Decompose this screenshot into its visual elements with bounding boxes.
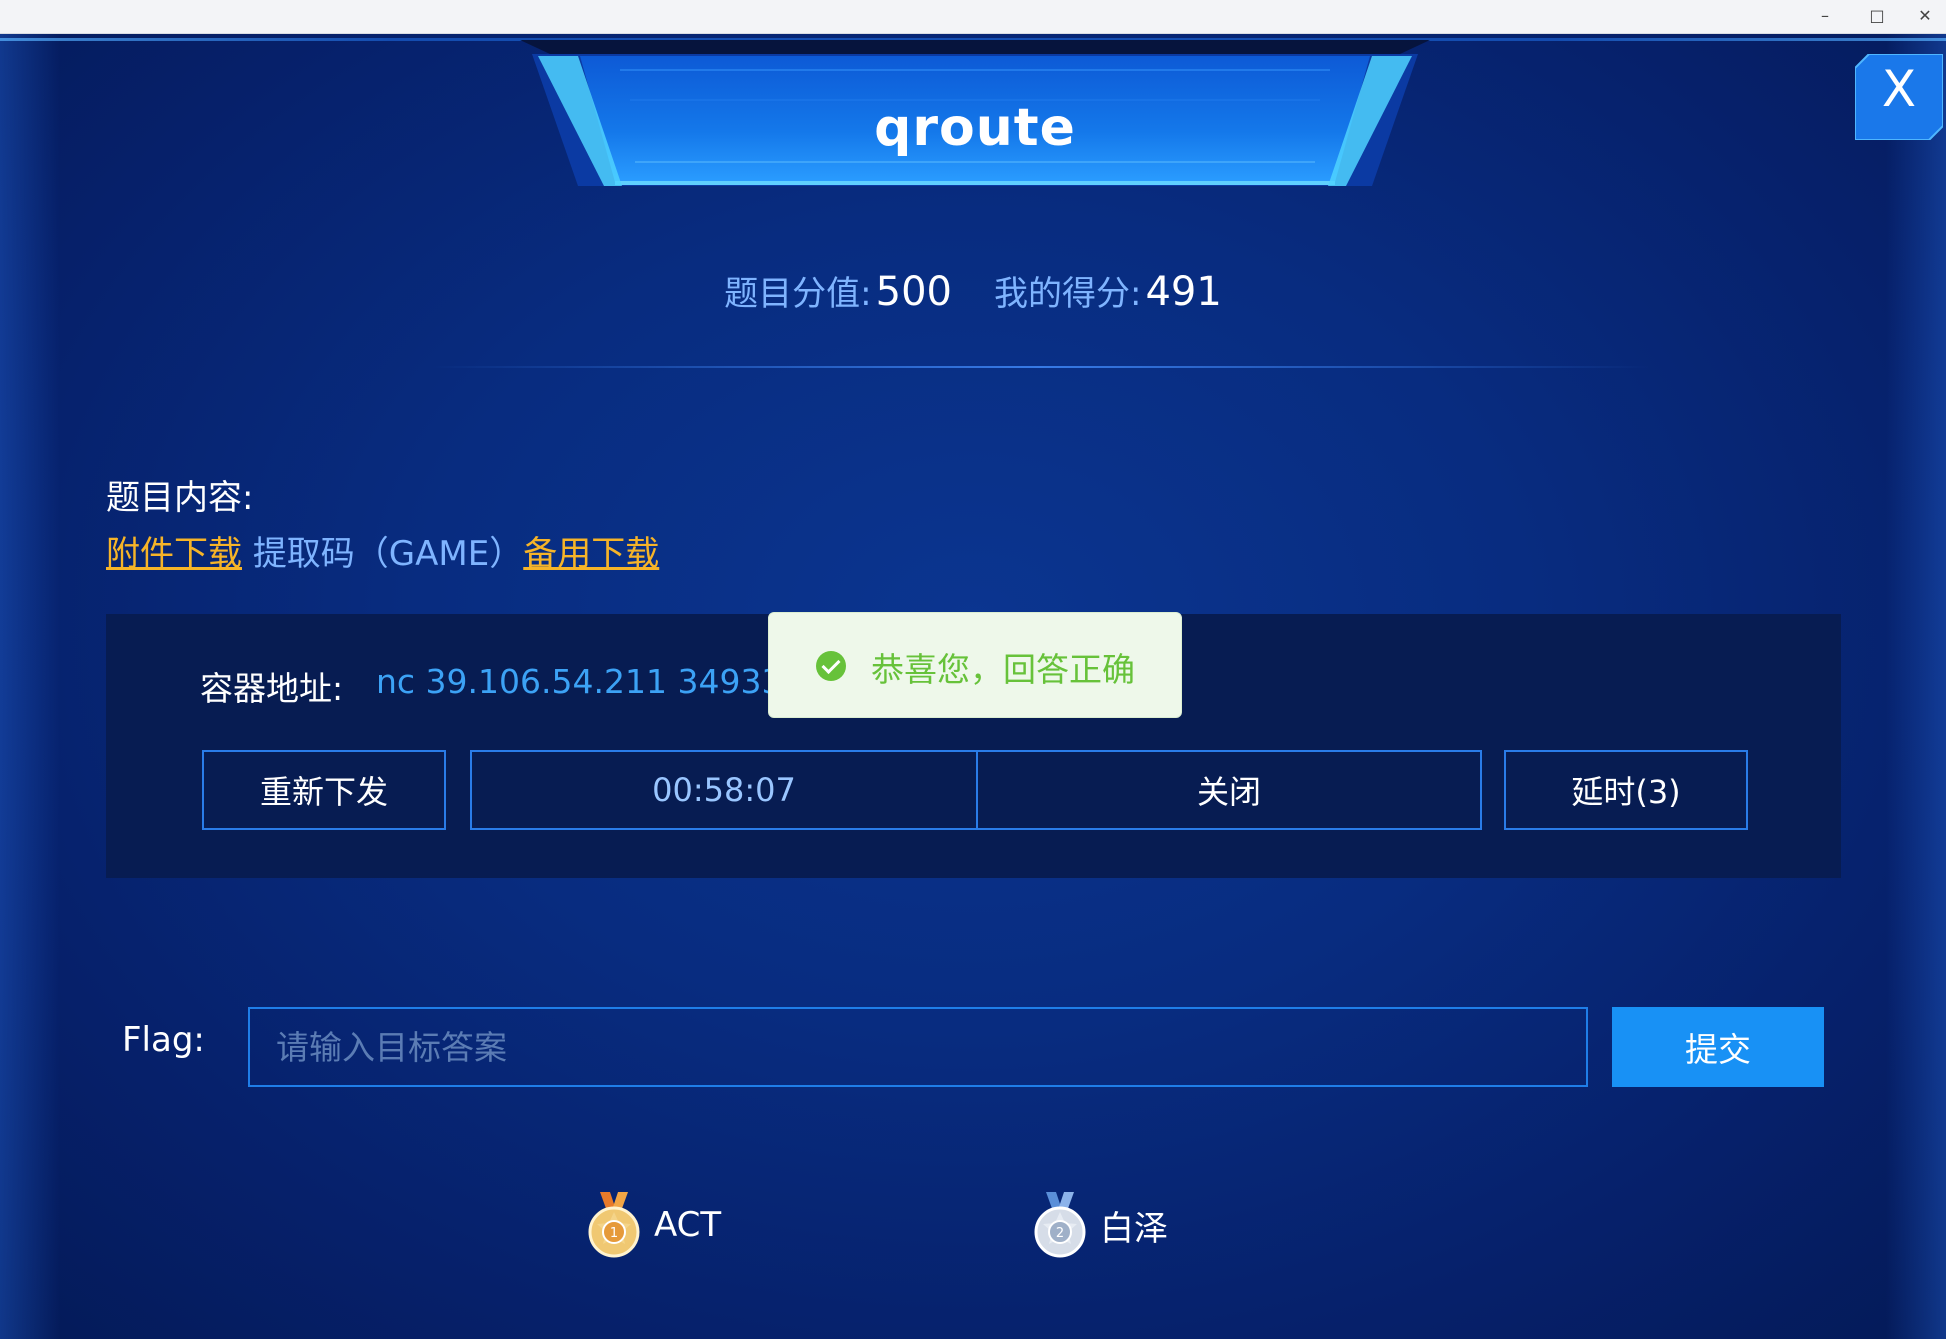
challenge-dialog: qroute X 题目分值: 500 我的得分: 491 题目内容: 附件下载 提取码…: [0, 34, 1946, 1339]
os-titlebar: – □ ✕: [0, 0, 1946, 34]
close-icon[interactable]: ✕: [1900, 0, 1946, 30]
challenge-title: qroute: [874, 98, 1076, 158]
extraction-code: 提取码（GAME）: [252, 534, 524, 574]
dialog-close-button[interactable]: X: [1854, 53, 1944, 141]
score-value-label: 题目分值:: [724, 274, 872, 314]
backup-download-link[interactable]: 备用下载: [523, 534, 659, 574]
toast-message: 恭喜您，回答正确: [871, 650, 1135, 689]
header-banner: qroute: [520, 40, 1430, 190]
panel-glow-left: [0, 34, 60, 1339]
solver-item: 2 白泽: [1032, 1190, 1168, 1260]
gold-medal-rank: 1: [610, 1226, 618, 1241]
attachment-download-link[interactable]: 附件下载: [106, 534, 242, 574]
solver-item: 1 ACT: [586, 1190, 721, 1260]
silver-medal-rank: 2: [1056, 1226, 1064, 1241]
solver-name: ACT: [654, 1205, 722, 1245]
attachment-links: 附件下载 提取码（GAME）备用下载: [106, 526, 659, 575]
maximize-icon[interactable]: □: [1852, 0, 1902, 30]
container-address: nc 39.106.54.211 34933: [376, 662, 783, 701]
countdown-timer: 00:58:07: [470, 750, 978, 830]
my-score-label: 我的得分:: [994, 274, 1142, 314]
panel-glow-right: [1886, 34, 1946, 1339]
submit-button[interactable]: 提交: [1612, 1007, 1824, 1087]
container-address-label: 容器地址:: [200, 669, 344, 708]
silver-medal-icon: 2: [1034, 1192, 1086, 1258]
solver-name: 白泽: [1100, 1208, 1168, 1249]
minimize-icon[interactable]: –: [1800, 0, 1850, 30]
content-heading: 题目内容:: [106, 478, 254, 518]
score-value: 500: [875, 269, 952, 315]
extend-time-button[interactable]: 延时(3): [1504, 750, 1748, 830]
close-icon: X: [1881, 60, 1917, 118]
reissue-button[interactable]: 重新下发: [202, 750, 446, 830]
my-score-value: 491: [1145, 269, 1222, 315]
check-circle-icon: [816, 651, 846, 681]
score-row: 题目分值: 500 我的得分: 491: [0, 266, 1946, 315]
gold-medal-icon: 1: [588, 1192, 640, 1258]
score-divider: [430, 366, 1650, 368]
flag-label: Flag:: [122, 1020, 205, 1060]
close-container-button[interactable]: 关闭: [976, 750, 1482, 830]
flag-input[interactable]: [248, 1007, 1588, 1087]
success-toast: 恭喜您，回答正确: [768, 612, 1182, 718]
